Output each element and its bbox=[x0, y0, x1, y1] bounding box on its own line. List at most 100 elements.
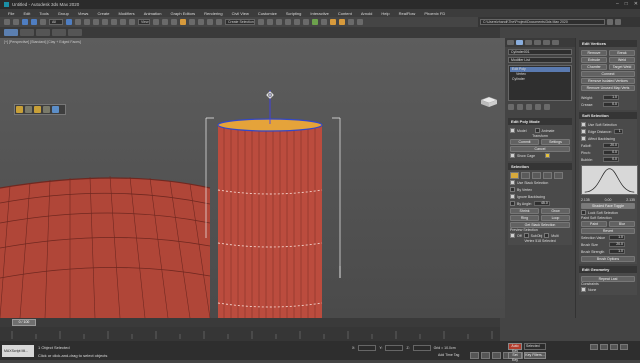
menu-item-civil-view[interactable]: Civil View bbox=[232, 11, 249, 16]
menu-item-customize[interactable]: Customize bbox=[258, 11, 277, 16]
ignore-backfacing-checkbox[interactable] bbox=[510, 194, 515, 199]
edge-distance-spinner[interactable]: 1 bbox=[613, 129, 623, 134]
lock-soft-checkbox[interactable] bbox=[581, 210, 586, 215]
utilities-tab-icon[interactable] bbox=[552, 40, 559, 45]
menu-item-create[interactable]: Create bbox=[97, 11, 109, 16]
hierarchy-tab-icon[interactable] bbox=[525, 40, 532, 45]
unlink-icon[interactable] bbox=[31, 19, 37, 25]
selection-value-spinner[interactable]: 1.0 bbox=[609, 235, 625, 240]
crease-spinner[interactable]: 0.0 bbox=[603, 102, 619, 107]
render-cloud-icon[interactable] bbox=[348, 19, 354, 25]
extrude-button[interactable]: Extrude bbox=[581, 56, 607, 63]
toggle-layer-explorer-icon[interactable] bbox=[285, 19, 291, 25]
menu-item-modifiers[interactable]: Modifiers bbox=[118, 11, 134, 16]
use-soft-checkbox[interactable] bbox=[581, 122, 586, 127]
polygon-mode-icon[interactable] bbox=[34, 106, 41, 113]
menu-item-arnold[interactable]: Arnold bbox=[361, 11, 373, 16]
soft-selection-header[interactable]: Soft Selection bbox=[579, 112, 637, 119]
menu-item-rendering[interactable]: Rendering bbox=[204, 11, 222, 16]
brush-strength-spinner[interactable]: 1.0 bbox=[609, 249, 625, 254]
paint-button[interactable]: Paint bbox=[581, 220, 607, 227]
use-stack-checkbox[interactable] bbox=[510, 180, 515, 185]
zoom-extents-icon[interactable] bbox=[610, 344, 618, 350]
zoom-all-icon[interactable] bbox=[600, 344, 608, 350]
preview-subobj-radio[interactable] bbox=[523, 233, 529, 238]
preview-multi-radio[interactable] bbox=[544, 233, 550, 238]
brush-size-spinner[interactable]: 20.0 bbox=[609, 242, 625, 247]
edit-geometry-header[interactable]: Edit Geometry bbox=[579, 266, 637, 273]
perspective-viewport[interactable]: [+] [Perspective] [Standard] [Clay + Edg… bbox=[0, 38, 505, 318]
remove-button[interactable]: Remove bbox=[581, 49, 607, 56]
vertex-subobject-icon[interactable] bbox=[510, 172, 519, 179]
spinner-snap-icon[interactable] bbox=[207, 19, 213, 25]
create-tab-icon[interactable] bbox=[507, 40, 514, 45]
element-subobject-icon[interactable] bbox=[554, 172, 563, 179]
weight-spinner[interactable]: 1.0 bbox=[603, 95, 619, 100]
key-filters-button[interactable]: Key Filters... bbox=[524, 352, 546, 359]
menu-item-help[interactable]: Help bbox=[381, 11, 389, 16]
toggle-scene-explorer-icon[interactable] bbox=[276, 19, 282, 25]
angle-snap-icon[interactable] bbox=[189, 19, 195, 25]
rectangular-selection-icon[interactable] bbox=[84, 19, 90, 25]
maxscript-listener[interactable]: MAXScript Mi... bbox=[2, 345, 34, 357]
object-name-field[interactable]: Cylinder001 bbox=[508, 49, 572, 55]
menu-item-group[interactable]: Group bbox=[58, 11, 69, 16]
menu-item-graph-editors[interactable]: Graph Editors bbox=[170, 11, 195, 16]
affect-backfacing-checkbox[interactable] bbox=[581, 136, 586, 141]
shrink-button[interactable]: Shrink bbox=[510, 207, 539, 214]
curve-editor-icon[interactable] bbox=[294, 19, 300, 25]
connect-button[interactable]: Connect bbox=[581, 70, 635, 77]
edge-mode-icon[interactable] bbox=[25, 106, 32, 113]
break-button[interactable]: Break bbox=[609, 49, 635, 56]
settings-button[interactable]: Settings bbox=[541, 138, 570, 145]
track-bar[interactable] bbox=[0, 327, 500, 341]
window-crossing-icon[interactable] bbox=[93, 19, 99, 25]
by-vertex-checkbox[interactable] bbox=[510, 187, 515, 192]
move-icon[interactable] bbox=[102, 19, 108, 25]
selection-filter-dropdown[interactable]: All bbox=[49, 19, 63, 25]
mirror-icon[interactable] bbox=[258, 19, 264, 25]
select-object-icon[interactable] bbox=[66, 19, 72, 25]
menu-item-content[interactable]: Content bbox=[338, 11, 352, 16]
selection-header[interactable]: Selection bbox=[508, 163, 572, 170]
edge-distance-checkbox[interactable] bbox=[581, 129, 586, 134]
angle-spinner[interactable]: 45.0 bbox=[533, 201, 550, 206]
menu-item-tools[interactable]: Tools bbox=[39, 11, 48, 16]
zoom-icon[interactable] bbox=[590, 344, 598, 350]
render-production-icon[interactable] bbox=[339, 19, 345, 25]
revert-button[interactable]: Revert bbox=[581, 227, 635, 234]
vertex-mode-icon[interactable] bbox=[16, 106, 23, 113]
constraint-none-radio[interactable] bbox=[581, 287, 586, 292]
scale-icon[interactable] bbox=[120, 19, 126, 25]
close-icon[interactable]: ✕ bbox=[634, 1, 638, 7]
brush-options-button[interactable]: Brush Options bbox=[581, 255, 635, 262]
animate-radio[interactable] bbox=[534, 128, 540, 133]
remove-isolated-button[interactable]: Remove Isolated Vertices bbox=[581, 77, 635, 84]
make-unique-icon[interactable] bbox=[526, 103, 532, 110]
pinch-spinner[interactable]: 0.0 bbox=[603, 150, 619, 155]
reference-coordinate-dropdown[interactable]: View bbox=[138, 19, 150, 25]
rotate-icon[interactable] bbox=[111, 19, 117, 25]
settings-icon[interactable] bbox=[52, 106, 59, 113]
ribbon-tab-modeling[interactable] bbox=[4, 29, 18, 36]
y-coordinate-field[interactable] bbox=[385, 345, 404, 351]
minimize-icon[interactable]: – bbox=[616, 1, 619, 7]
named-selection-sets[interactable]: Create Selection Se bbox=[225, 19, 255, 25]
ribbon-tab-freeform[interactable] bbox=[20, 29, 34, 36]
border-subobject-icon[interactable] bbox=[532, 172, 541, 179]
repeat-last-button[interactable]: Repeat Last bbox=[581, 275, 635, 282]
model-radio[interactable] bbox=[510, 128, 515, 133]
menu-item-views[interactable]: Views bbox=[78, 11, 89, 16]
edit-named-selection-icon[interactable] bbox=[216, 19, 222, 25]
polygon-subobject-icon[interactable] bbox=[543, 172, 552, 179]
workspaces-icon[interactable] bbox=[615, 19, 621, 25]
ring-button[interactable]: Ring bbox=[510, 214, 539, 221]
configure-sets-icon[interactable] bbox=[544, 103, 550, 110]
time-slider-track[interactable]: 0 / 100 bbox=[0, 318, 500, 327]
edit-vertices-header[interactable]: Edit Vertices bbox=[579, 40, 637, 47]
bubble-spinner[interactable]: 0.0 bbox=[603, 157, 619, 162]
material-editor-icon[interactable] bbox=[312, 19, 318, 25]
project-folder-field[interactable]: C:\Users\rhandi\The\Project\Documents\3d… bbox=[480, 19, 605, 25]
ribbon-tab-object-paint[interactable] bbox=[52, 29, 66, 36]
target-weld-button[interactable]: Target Weld bbox=[609, 63, 635, 70]
